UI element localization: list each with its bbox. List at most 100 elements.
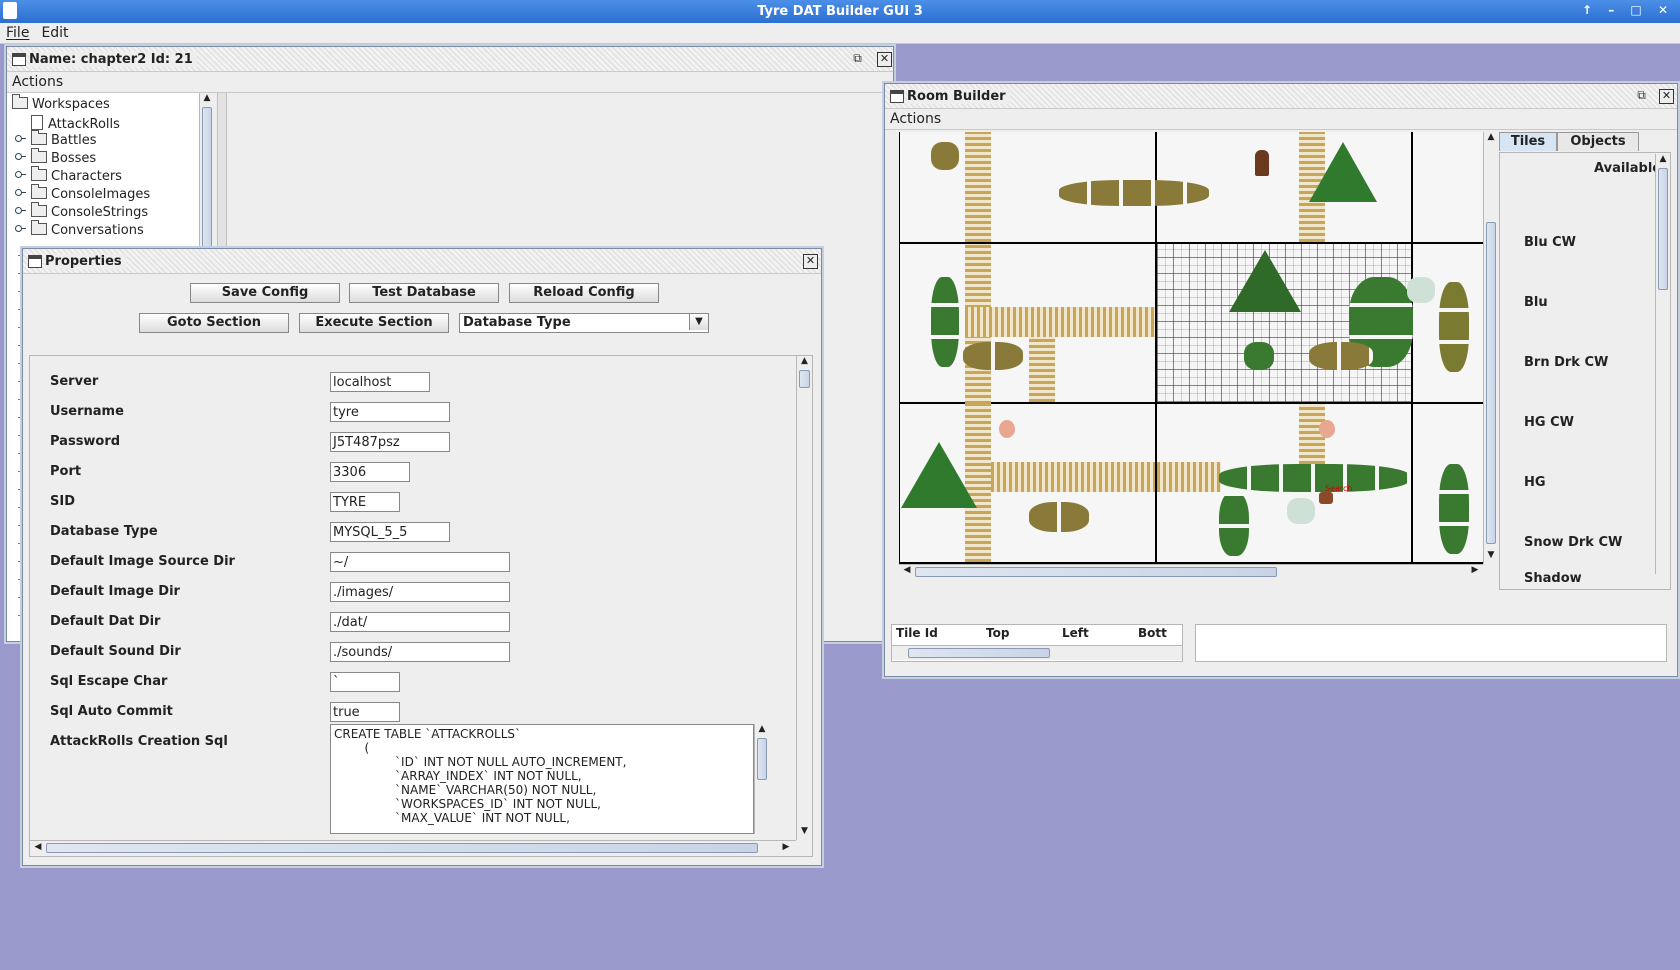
- menu-file[interactable]: File: [0, 23, 35, 41]
- column-header-tile-id[interactable]: Tile Id: [896, 626, 938, 640]
- tree-item-characters[interactable]: Characters: [15, 166, 122, 184]
- sql-escape-char-label: Sql Escape Char: [50, 674, 168, 689]
- tree-item-consoleimages[interactable]: ConsoleImages: [15, 184, 150, 202]
- tile-item[interactable]: Blu: [1524, 295, 1548, 310]
- table-hscrollbar[interactable]: [892, 645, 1182, 660]
- close-icon[interactable]: ✕: [803, 254, 818, 269]
- attackrolls-creation-sql-textarea[interactable]: CREATE TABLE `ATTACKROLLS` ( `ID` INT NO…: [330, 724, 754, 834]
- scroll-left-icon[interactable]: ◀: [32, 842, 44, 852]
- properties-frame: Properties ✕ Save Config Test Database R…: [22, 248, 822, 866]
- expand-toggle-icon[interactable]: [15, 153, 26, 160]
- map-hscrollbar[interactable]: ◀ ▶: [899, 564, 1483, 579]
- tile-item[interactable]: Brn Drk CW: [1524, 355, 1608, 370]
- scroll-left-icon[interactable]: ◀: [901, 565, 913, 575]
- sql-auto-commit-field[interactable]: true: [330, 702, 400, 722]
- map-vscrollbar[interactable]: ▲ ▼: [1483, 132, 1498, 564]
- tile-item[interactable]: Snow Drk CW: [1524, 535, 1622, 550]
- scroll-thumb[interactable]: [46, 843, 758, 853]
- save-config-button[interactable]: Save Config: [190, 283, 340, 303]
- available-header: Available: [1594, 161, 1662, 176]
- section-select[interactable]: Database Type ▼: [459, 313, 709, 333]
- sql-escape-char-field[interactable]: `: [330, 672, 400, 692]
- pig-creature[interactable]: [999, 420, 1015, 438]
- tile-item[interactable]: HG: [1524, 475, 1546, 490]
- search-object[interactable]: [1319, 492, 1333, 504]
- expand-toggle-icon[interactable]: [15, 135, 26, 142]
- default-image-dir-field[interactable]: ./images/: [330, 582, 510, 602]
- column-header-top[interactable]: Top: [986, 626, 1009, 640]
- expand-toggle-icon[interactable]: [15, 207, 26, 214]
- server-field[interactable]: localhost: [330, 372, 430, 392]
- menu-edit[interactable]: Edit: [35, 23, 74, 41]
- expand-toggle-icon[interactable]: [15, 225, 26, 232]
- sql-vscrollbar[interactable]: ▲: [754, 724, 769, 834]
- close-icon[interactable]: ✕: [877, 52, 892, 67]
- bush-tile: [1439, 282, 1469, 372]
- port-field[interactable]: 3306: [330, 462, 410, 482]
- reload-config-button[interactable]: Reload Config: [509, 283, 659, 303]
- scroll-thumb[interactable]: [915, 567, 1277, 577]
- scroll-right-icon[interactable]: ▶: [780, 842, 792, 852]
- default-image-dir-label: Default Image Dir: [50, 584, 180, 599]
- popout-icon[interactable]: ⧉: [851, 52, 864, 65]
- bush-tile: [931, 142, 959, 170]
- tree-item-consolestrings[interactable]: ConsoleStrings: [15, 202, 148, 220]
- default-image-source-dir-field[interactable]: ~/: [330, 552, 510, 572]
- username-field[interactable]: tyre: [330, 402, 450, 422]
- tree-item-conversations[interactable]: Conversations: [15, 220, 144, 238]
- scroll-thumb[interactable]: [1486, 222, 1496, 544]
- tab-objects[interactable]: Objects: [1557, 132, 1639, 151]
- close-icon[interactable]: ✕: [1659, 89, 1674, 104]
- tile-position-table: Tile Id Top Left Bott: [891, 624, 1183, 662]
- tile-item[interactable]: Blu CW: [1524, 235, 1576, 250]
- scroll-up-icon[interactable]: ▲: [1484, 132, 1498, 142]
- scroll-up-icon[interactable]: ▲: [755, 724, 769, 734]
- expand-toggle-icon[interactable]: [15, 171, 26, 178]
- tile-item[interactable]: HG CW: [1524, 415, 1574, 430]
- properties-titlebar[interactable]: Properties ✕: [23, 249, 821, 274]
- npc-character[interactable]: [1255, 150, 1269, 176]
- pig-creature[interactable]: [1319, 420, 1335, 438]
- scroll-up-icon[interactable]: ▲: [200, 93, 214, 103]
- default-sound-dir-field[interactable]: ./sounds/: [330, 642, 510, 662]
- scroll-thumb[interactable]: [1658, 168, 1668, 290]
- scroll-down-icon[interactable]: ▼: [1484, 550, 1498, 560]
- default-dat-dir-label: Default Dat Dir: [50, 614, 161, 629]
- room-builder-actions-menu[interactable]: Actions: [885, 109, 1677, 130]
- chapter-frame-titlebar[interactable]: Name: chapter2 Id: 21 ⧉ ✕: [7, 47, 893, 72]
- scroll-thumb[interactable]: [757, 738, 767, 780]
- chevron-down-icon[interactable]: ▼: [689, 314, 708, 330]
- goto-section-button[interactable]: Goto Section: [139, 313, 289, 333]
- tab-tiles[interactable]: Tiles: [1499, 132, 1557, 151]
- test-database-button[interactable]: Test Database: [349, 283, 499, 303]
- tree-item-attackrolls[interactable]: AttackRolls: [31, 115, 120, 132]
- room-builder-titlebar[interactable]: Room Builder ⧉ ✕: [885, 84, 1677, 109]
- room-map[interactable]: Search: [899, 132, 1483, 564]
- execute-section-button[interactable]: Execute Section: [299, 313, 449, 333]
- sid-field[interactable]: TYRE: [330, 492, 400, 512]
- popout-icon[interactable]: ⧉: [1635, 89, 1648, 102]
- tile-item[interactable]: Shadow: [1524, 571, 1582, 586]
- chapter-actions-menu[interactable]: Actions: [7, 72, 893, 93]
- scroll-down-icon[interactable]: ▼: [797, 826, 812, 836]
- default-dat-dir-field[interactable]: ./dat/: [330, 612, 510, 632]
- tree-root-workspaces[interactable]: Workspaces: [12, 94, 110, 112]
- scroll-right-icon[interactable]: ▶: [1469, 565, 1481, 575]
- database-type-field[interactable]: MYSQL_5_5: [330, 522, 450, 542]
- tree-item-bosses[interactable]: Bosses: [15, 148, 96, 166]
- tile-list-vscrollbar[interactable]: ▲: [1655, 154, 1670, 574]
- column-header-left[interactable]: Left: [1062, 626, 1089, 640]
- password-field[interactable]: J5T487psz: [330, 432, 450, 452]
- tree-item-battles[interactable]: Battles: [15, 130, 96, 148]
- column-header-bottom[interactable]: Bott: [1138, 626, 1167, 640]
- window-controls[interactable]: ↑ – □ ✕: [1582, 3, 1674, 17]
- pine-tree-tile: [1309, 142, 1377, 202]
- form-vscrollbar[interactable]: ▲ ▼: [796, 356, 812, 840]
- form-hscrollbar[interactable]: ◀ ▶: [30, 840, 796, 856]
- scroll-thumb[interactable]: [908, 648, 1050, 658]
- scroll-up-icon[interactable]: ▲: [797, 356, 812, 366]
- expand-toggle-icon[interactable]: [15, 189, 26, 196]
- snow-bush-tile: [1407, 277, 1435, 303]
- scroll-up-icon[interactable]: ▲: [1656, 154, 1670, 164]
- scroll-thumb[interactable]: [799, 370, 810, 388]
